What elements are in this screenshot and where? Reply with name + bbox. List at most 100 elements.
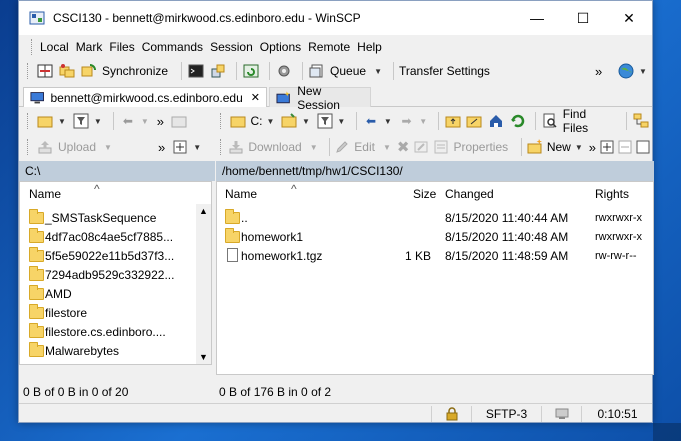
root-directory-icon[interactable] [466, 112, 484, 130]
download-icon[interactable] [228, 138, 244, 156]
remote-actions-overflow[interactable]: » [589, 140, 596, 155]
tab-close-icon[interactable]: ✕ [251, 91, 260, 104]
tree-view-icon[interactable] [632, 112, 650, 130]
local-path-bar[interactable]: C:\ [19, 161, 215, 181]
queue-dropdown-icon[interactable]: ▼ [374, 67, 382, 76]
local-scrollbar[interactable]: ▲ ▼ [196, 204, 211, 364]
parent-directory-icon[interactable] [170, 112, 188, 130]
list-item[interactable]: filestore [20, 303, 211, 322]
select-all-icon[interactable] [636, 138, 650, 156]
queue-button[interactable]: Queue [330, 64, 366, 78]
new-item-icon[interactable] [527, 138, 543, 156]
new-dropdown-icon[interactable]: ▼ [575, 143, 583, 152]
rename-icon[interactable] [413, 138, 429, 156]
download-dropdown-icon[interactable]: ▼ [310, 143, 318, 152]
table-row[interactable]: homework1 8/15/2020 11:40:48 AM rwxrwxr-… [217, 227, 653, 246]
edit-icon[interactable] [334, 138, 350, 156]
local-toolbar-overflow[interactable]: » [157, 114, 164, 129]
local-file-panel[interactable]: ^ Name _SMSTaskSequence 4df7ac08c4ae5cf7… [19, 181, 212, 365]
back-arrow-icon[interactable]: ⬅ [119, 112, 137, 130]
local-new-dropdown-icon[interactable]: ▼ [193, 143, 201, 152]
menu-local[interactable]: Local [40, 40, 69, 54]
remote-filter-dropdown-icon[interactable]: ▼ [337, 117, 345, 126]
remote-path-bar[interactable]: /home/bennett/tmp/hw1/CSCI130/ [216, 161, 654, 181]
upload-button[interactable]: Upload [58, 140, 96, 154]
upload-icon[interactable] [36, 138, 54, 156]
drive-dropdown-icon[interactable]: ▼ [266, 117, 274, 126]
compare-directories-icon[interactable] [36, 62, 54, 80]
menu-files[interactable]: Files [109, 40, 134, 54]
open-folder-icon[interactable] [36, 112, 54, 130]
find-files-icon[interactable] [541, 112, 559, 130]
minimize-button[interactable]: — [514, 1, 560, 35]
table-row[interactable]: homework1.tgz 1 KB 8/15/2020 11:48:59 AM… [217, 246, 653, 265]
synchronize-browsing-icon[interactable] [58, 62, 76, 80]
unselect-minus-icon[interactable] [618, 138, 632, 156]
list-item[interactable]: Malwarebytes [20, 341, 211, 360]
console-icon[interactable] [187, 62, 205, 80]
remote-header-size[interactable]: Size [413, 187, 436, 201]
delete-icon[interactable]: ✖ [397, 138, 410, 156]
remote-file-panel[interactable]: ^ Name Size Changed Rights .. 8/15/2020 … [216, 181, 654, 375]
remote-open-dropdown-icon[interactable]: ▼ [302, 117, 310, 126]
tab-new-session[interactable]: New Session [269, 84, 371, 112]
open-folder-dropdown-icon[interactable]: ▼ [58, 117, 66, 126]
parent-directory-icon[interactable] [444, 112, 462, 130]
drive-folder-icon[interactable] [229, 112, 247, 130]
home-directory-icon[interactable] [487, 112, 505, 130]
putty-icon[interactable] [209, 62, 227, 80]
queue-icon[interactable] [308, 62, 326, 80]
scroll-up-icon[interactable]: ▲ [199, 206, 208, 216]
remote-forward-dropdown-icon[interactable]: ▼ [419, 117, 427, 126]
local-new-icon[interactable] [171, 138, 189, 156]
remote-header-name[interactable]: Name [225, 187, 257, 201]
globe-icon[interactable] [617, 62, 635, 80]
remote-filter-icon[interactable] [316, 112, 334, 130]
refresh-session-icon[interactable] [242, 62, 260, 80]
list-item[interactable]: 7294adb9529c332922... [20, 265, 211, 284]
edit-dropdown-icon[interactable]: ▼ [383, 143, 391, 152]
remote-header-changed[interactable]: Changed [445, 187, 494, 201]
edit-button[interactable]: Edit [354, 140, 375, 154]
list-item[interactable]: 5f5e59022e11b5d37f3... [20, 246, 211, 265]
transfer-settings-button[interactable]: Transfer Settings [399, 64, 490, 78]
remote-back-dropdown-icon[interactable]: ▼ [384, 117, 392, 126]
select-plus-icon[interactable] [600, 138, 614, 156]
scroll-down-icon[interactable]: ▼ [199, 352, 208, 362]
tab-session[interactable]: bennett@mirkwood.cs.edinboro.edu ✕ [23, 87, 267, 107]
new-button[interactable]: New [547, 140, 571, 154]
maximize-button[interactable]: ☐ [560, 1, 606, 35]
synchronize-icon[interactable] [80, 62, 98, 80]
properties-button[interactable]: Properties [453, 140, 508, 154]
properties-icon[interactable] [433, 138, 449, 156]
remote-back-icon[interactable]: ⬅ [362, 112, 380, 130]
menu-options[interactable]: Options [260, 40, 301, 54]
filter-icon[interactable] [72, 112, 90, 130]
remote-forward-icon[interactable]: ➡ [398, 112, 416, 130]
refresh-icon[interactable] [509, 112, 527, 130]
list-item[interactable]: _SMSTaskSequence [20, 208, 211, 227]
list-item[interactable]: filestore.cs.edinboro.... [20, 322, 211, 341]
local-header-name[interactable]: Name [29, 187, 61, 201]
remote-open-folder-icon[interactable] [280, 112, 298, 130]
close-button[interactable]: ✕ [606, 1, 652, 35]
preferences-gear-icon[interactable] [275, 62, 293, 80]
toolbar-overflow-icon[interactable]: » [595, 64, 602, 79]
remote-header-rights[interactable]: Rights [595, 187, 629, 201]
menu-commands[interactable]: Commands [142, 40, 203, 54]
upload-dropdown-icon[interactable]: ▼ [104, 143, 112, 152]
drive-select[interactable]: C: [250, 114, 262, 128]
menu-mark[interactable]: Mark [76, 40, 103, 54]
local-actions-overflow[interactable]: » [158, 140, 165, 155]
list-item[interactable]: AMD [20, 284, 211, 303]
table-row[interactable]: .. 8/15/2020 11:40:44 AM rwxrwxr-x [217, 208, 653, 227]
menu-remote[interactable]: Remote [308, 40, 350, 54]
download-button[interactable]: Download [248, 140, 301, 154]
list-item[interactable]: 4df7ac08c4ae5cf7885... [20, 227, 211, 246]
menu-help[interactable]: Help [357, 40, 382, 54]
back-dropdown-icon[interactable]: ▼ [141, 117, 149, 126]
menu-session[interactable]: Session [210, 40, 253, 54]
synchronize-button[interactable]: Synchronize [102, 64, 168, 78]
find-files-button[interactable]: Find Files [563, 107, 614, 135]
globe-dropdown-icon[interactable]: ▼ [639, 67, 647, 76]
